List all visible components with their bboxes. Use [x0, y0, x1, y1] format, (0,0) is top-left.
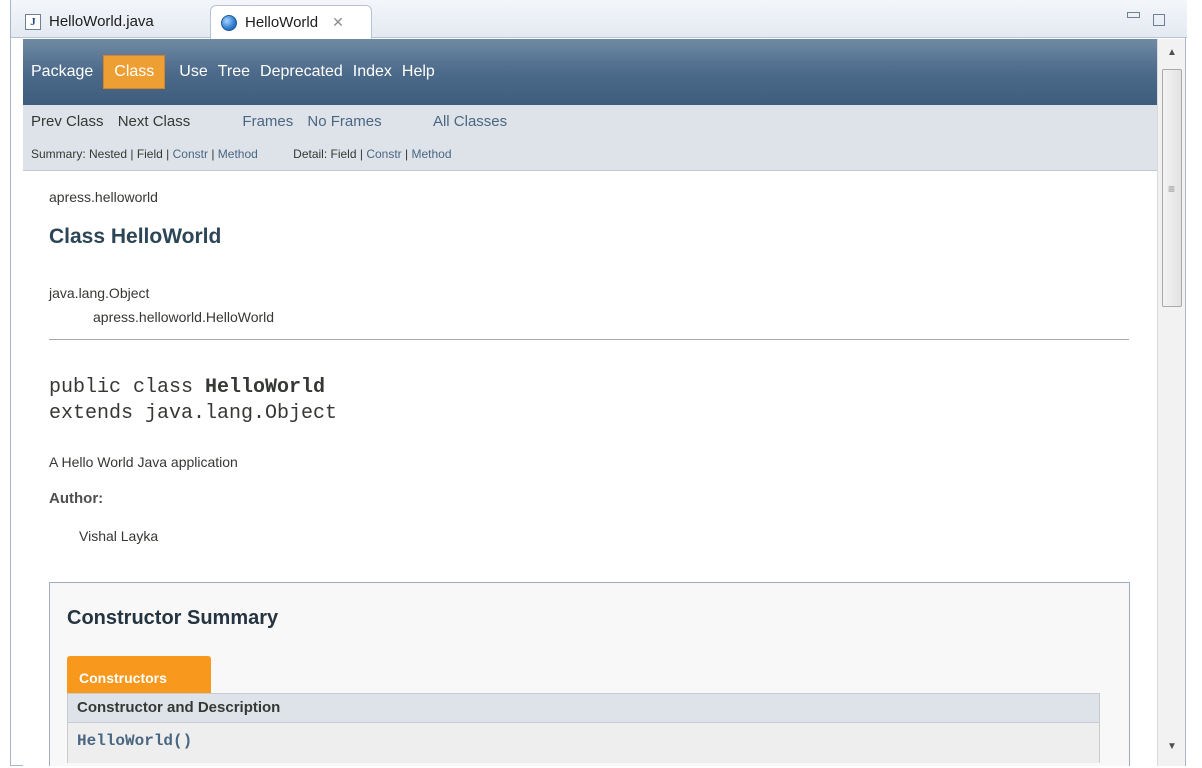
summary-method-link[interactable]: Method — [218, 147, 258, 161]
package-name: apress.helloworld — [49, 189, 158, 205]
close-icon[interactable]: ✕ — [332, 14, 344, 31]
minimize-icon[interactable] — [1127, 12, 1140, 18]
sub-navigation-bar: Prev Class Next Class Frames No Frames A… — [23, 105, 1157, 171]
tab-helloworld-javadoc[interactable]: HelloWorld ✕ — [210, 5, 372, 39]
class-description: A Hello World Java application — [49, 454, 238, 470]
constructor-helloworld-link[interactable]: HelloWorld() — [67, 723, 1100, 763]
detail-method-link[interactable]: Method — [411, 147, 451, 161]
nav-deprecated[interactable]: Deprecated — [260, 56, 343, 88]
javadoc-content: Package Class Use Tree Deprecated Index … — [23, 39, 1157, 766]
decl-class-name: HelloWorld — [205, 376, 326, 399]
scroll-up-icon[interactable]: ▲ — [1167, 47, 1177, 58]
detail-label: Detail: Field | — [293, 147, 363, 161]
detail-constr-link[interactable]: Constr — [366, 147, 401, 161]
inheritance-root: java.lang.Object — [49, 285, 150, 301]
subnav-links: Prev Class Next Class Frames No Frames A… — [31, 113, 517, 130]
constructor-summary-title: Constructor Summary — [67, 607, 279, 629]
class-declaration: public class HelloWorld extends java.lan… — [49, 375, 337, 427]
editor-tab-bar: J HelloWorld.java HelloWorld ✕ — [11, 0, 1187, 39]
nav-tree[interactable]: Tree — [218, 56, 250, 88]
constructor-summary: Constructor Summary Constructors Constru… — [49, 582, 1130, 766]
decl-prefix: public class — [49, 376, 206, 399]
author-label: Author: — [49, 490, 104, 507]
inheritance-child: apress.helloworld.HelloWorld — [93, 309, 275, 325]
summary-constr-link[interactable]: Constr — [173, 147, 208, 161]
page-title: Class HelloWorld — [49, 225, 222, 248]
editor-frame: J HelloWorld.java HelloWorld ✕ Package C… — [10, 0, 1187, 766]
scroll-thumb[interactable]: ≡ — [1162, 69, 1182, 307]
summary-separator: | — [211, 147, 215, 161]
prev-class-link[interactable]: Prev Class — [31, 113, 104, 130]
nav-index[interactable]: Index — [353, 56, 392, 88]
tab-helloworld-java[interactable]: J HelloWorld.java — [15, 5, 207, 38]
author-name: Vishal Layka — [79, 528, 159, 544]
tab-label: HelloWorld — [245, 14, 319, 31]
nav-help[interactable]: Help — [402, 56, 435, 88]
vertical-scrollbar[interactable]: ▲ ≡ ▼ — [1157, 39, 1185, 766]
globe-icon — [221, 14, 237, 31]
nav-class[interactable]: Class — [103, 55, 166, 89]
scroll-down-icon[interactable]: ▼ — [1167, 741, 1177, 752]
all-classes-link[interactable]: All Classes — [433, 113, 507, 130]
maximize-icon[interactable] — [1153, 14, 1165, 26]
summary-detail-links: Summary: Nested | Field | Constr | Metho… — [31, 147, 452, 161]
java-file-icon: J — [25, 13, 41, 30]
tab-label: HelloWorld.java — [49, 13, 154, 30]
next-class-link[interactable]: Next Class — [118, 113, 191, 130]
scroll-grip-icon: ≡ — [1168, 182, 1176, 196]
summary-label: Summary: Nested | Field | — [31, 147, 170, 161]
nav-use[interactable]: Use — [179, 56, 207, 88]
detail-separator: | — [405, 147, 409, 161]
nav-package[interactable]: Package — [31, 56, 93, 88]
decl-extends: extends java.lang.Object — [49, 402, 338, 425]
constructor-table-header: Constructor and Description — [67, 693, 1100, 723]
top-navigation-bar: Package Class Use Tree Deprecated Index … — [23, 39, 1157, 105]
frames-link[interactable]: Frames — [242, 113, 293, 130]
no-frames-link[interactable]: No Frames — [307, 113, 381, 130]
constructors-tab[interactable]: Constructors — [67, 656, 211, 693]
divider — [49, 339, 1129, 340]
